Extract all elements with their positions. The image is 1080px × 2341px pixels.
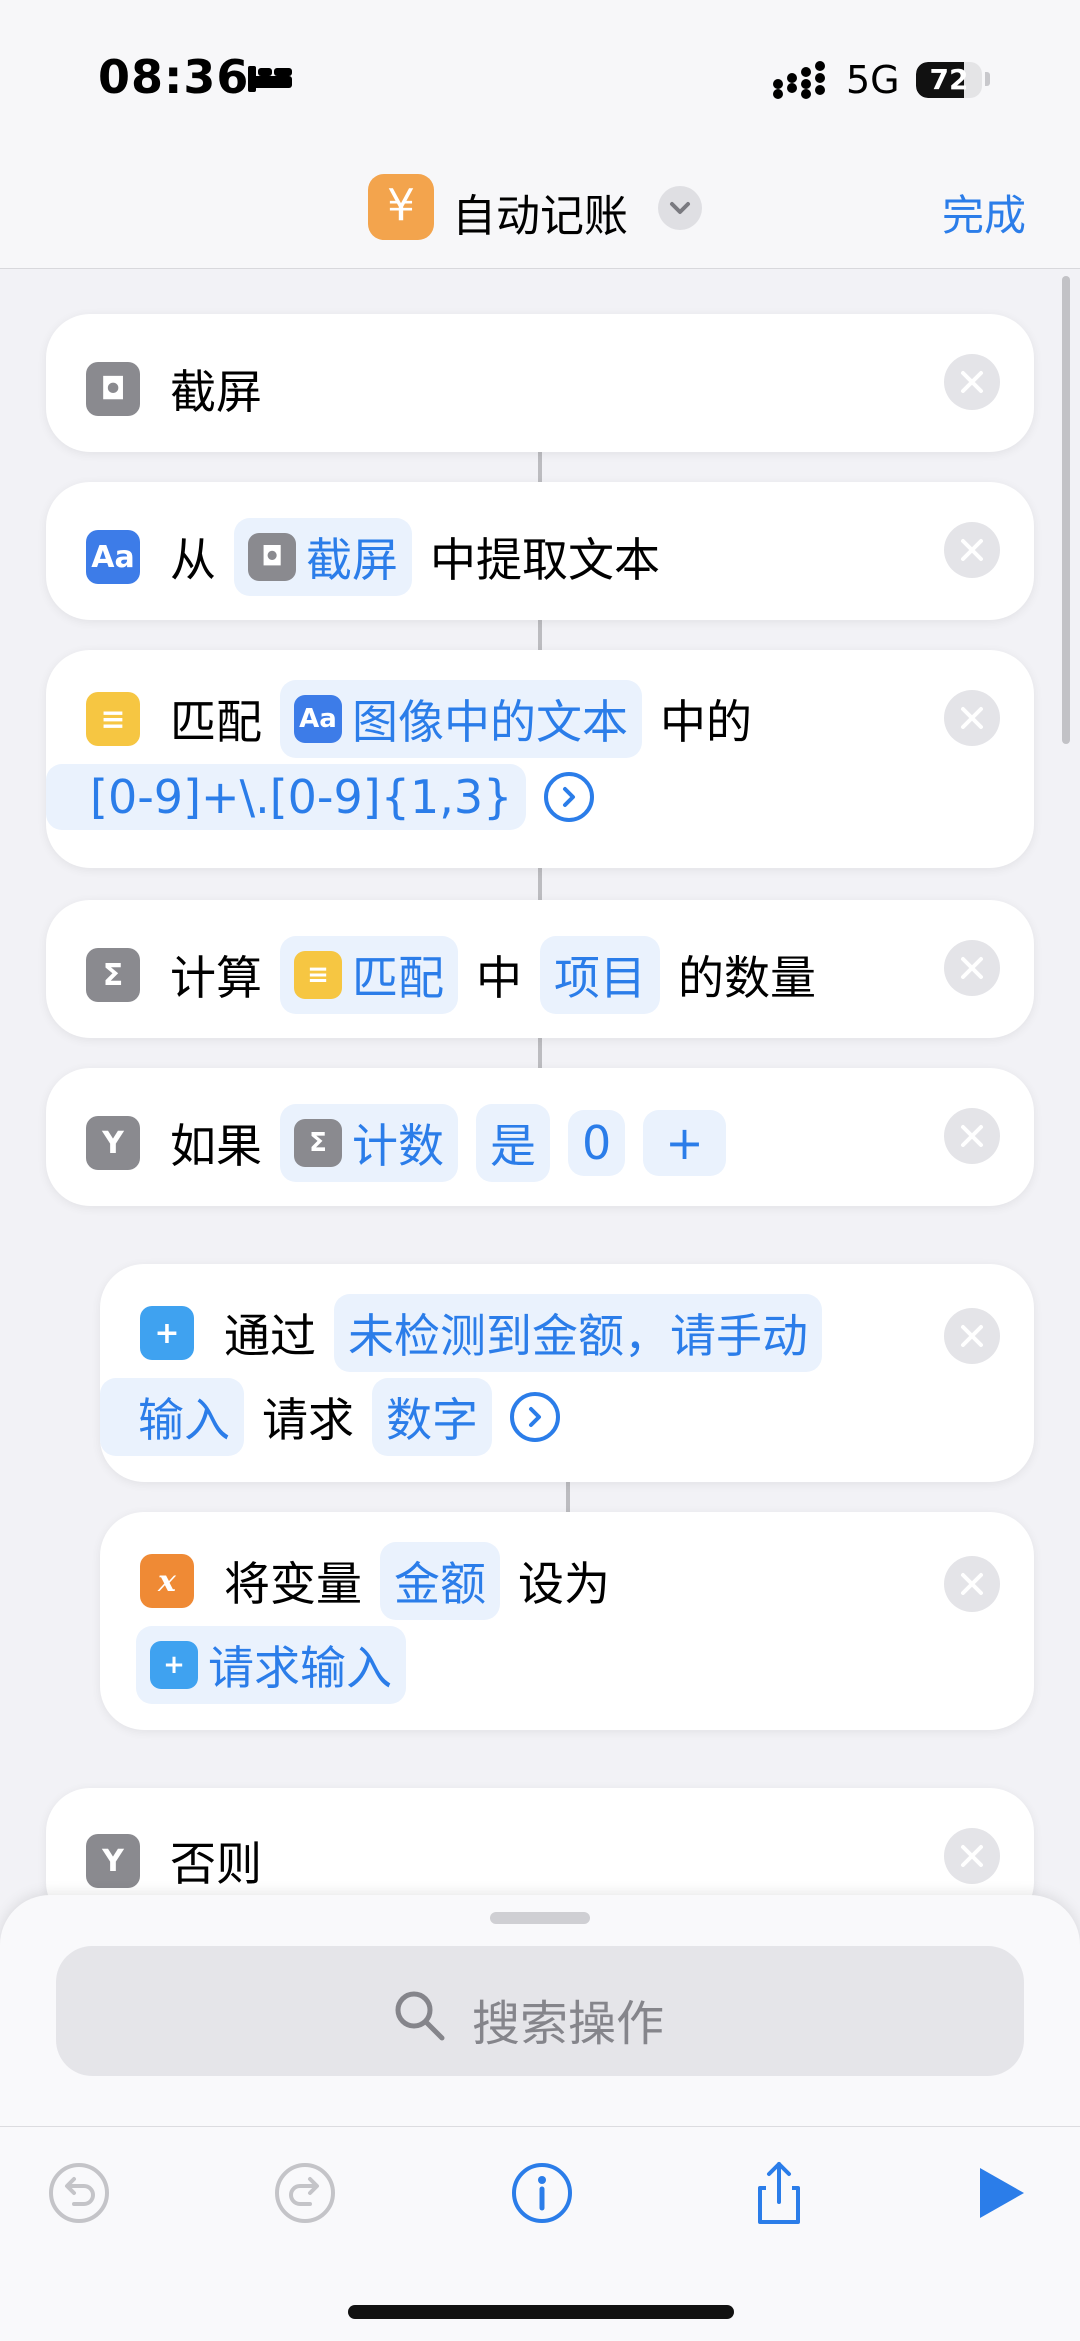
toolbar-divider xyxy=(0,2126,1080,2127)
undo-icon[interactable] xyxy=(44,2158,114,2228)
action-label: 否则 xyxy=(170,1837,262,1891)
close-icon[interactable] xyxy=(944,522,1000,578)
close-icon[interactable] xyxy=(944,1828,1000,1884)
sigma-icon: Σ xyxy=(294,1119,342,1167)
search-placeholder: 搜索操作 xyxy=(472,1996,665,2052)
action-set-variable[interactable]: x 将变量 金额 设为 + 请求输入 xyxy=(100,1512,1034,1730)
action-label: 匹配 xyxy=(170,695,262,749)
pattern-field[interactable]: [0-9]+\.[0-9]{1,3} xyxy=(46,764,527,830)
parameter-token-items[interactable]: 项目 xyxy=(540,936,660,1014)
text-icon: ≡ xyxy=(86,692,140,746)
flow-connector xyxy=(566,1478,570,1514)
variable-token-ask-input[interactable]: + 请求输入 xyxy=(136,1626,406,1704)
battery-percent: 72 xyxy=(929,63,969,96)
close-icon[interactable] xyxy=(944,690,1000,746)
action-count[interactable]: Σ 计算 ≡ 匹配 中 项目 的数量 xyxy=(46,900,1034,1038)
token-label: 截屏 xyxy=(306,533,398,587)
action-match-text[interactable]: ≡ 匹配 Aa 图像中的文本 中的 [0-9]+\.[0-9]{1,3} xyxy=(46,650,1034,868)
close-icon[interactable] xyxy=(944,940,1000,996)
search-icon xyxy=(395,1991,445,2041)
redo-icon[interactable] xyxy=(270,2158,340,2228)
token-label: 计数 xyxy=(352,1119,444,1173)
variable-token-match[interactable]: ≡ 匹配 xyxy=(280,936,458,1014)
chevron-right-circle-icon[interactable] xyxy=(510,1392,560,1442)
sleep-mode-icon xyxy=(248,66,292,92)
action-text: 中 xyxy=(476,951,522,1005)
text-recognition-icon: Aa xyxy=(86,530,140,584)
prompt-token[interactable]: 未检测到金额，请手动 xyxy=(334,1294,822,1372)
sheet-grabber[interactable] xyxy=(490,1912,590,1924)
action-label: 计算 xyxy=(170,951,262,1005)
token-label: 图像中的文本 xyxy=(352,695,628,749)
signal-icon xyxy=(773,61,825,99)
action-screenshot[interactable]: ◘ 截屏 xyxy=(46,314,1034,452)
action-text: 中提取文本 xyxy=(430,533,660,587)
chevron-right-circle-icon[interactable] xyxy=(544,772,595,822)
shortcut-icon[interactable]: ¥ xyxy=(368,174,434,240)
variable-icon: x xyxy=(140,1554,194,1608)
action-text: 设为 xyxy=(518,1557,610,1611)
screenshot-icon: ◘ xyxy=(248,533,296,581)
variable-token-image-text[interactable]: Aa 图像中的文本 xyxy=(280,680,642,758)
token-label: 请求输入 xyxy=(208,1641,392,1695)
action-ask-for-input[interactable]: + 通过 未检测到金额，请手动 输入 请求 数字 xyxy=(100,1264,1034,1482)
sigma-icon: Σ xyxy=(86,948,140,1002)
variable-token-count[interactable]: Σ 计数 xyxy=(280,1104,458,1182)
action-text: 中的 xyxy=(660,695,752,749)
share-icon[interactable] xyxy=(744,2158,814,2228)
input-type-token[interactable]: 数字 xyxy=(372,1378,492,1456)
token-label: 匹配 xyxy=(352,951,444,1005)
action-text: 请求 xyxy=(262,1393,354,1447)
info-icon[interactable] xyxy=(507,2158,577,2228)
close-icon[interactable] xyxy=(944,1556,1000,1612)
done-button[interactable]: 完成 xyxy=(942,182,1026,243)
home-indicator xyxy=(348,2305,734,2319)
play-icon[interactable] xyxy=(966,2158,1036,2228)
variable-token-screenshot[interactable]: ◘ 截屏 xyxy=(234,518,412,596)
battery-tip xyxy=(985,72,990,86)
text-icon: ≡ xyxy=(294,951,342,999)
network-type: 5G xyxy=(846,58,900,102)
branch-icon: Y xyxy=(86,1834,140,1888)
message-plus-icon: + xyxy=(140,1306,194,1360)
variable-name-token[interactable]: 金额 xyxy=(380,1542,500,1620)
action-label: 从 xyxy=(170,533,216,587)
action-if[interactable]: Y 如果 Σ 计数 是 0 + xyxy=(46,1068,1034,1206)
shortcut-title[interactable]: 自动记账 xyxy=(452,180,628,244)
chevron-down-icon[interactable] xyxy=(658,186,702,230)
scrollbar[interactable] xyxy=(1062,276,1070,744)
screenshot-icon: ◘ xyxy=(86,362,140,416)
text-recognition-icon: Aa xyxy=(294,695,342,743)
condition-operator[interactable]: 是 xyxy=(476,1104,550,1182)
action-label: 截屏 xyxy=(170,365,262,419)
message-plus-icon: + xyxy=(150,1641,198,1689)
status-time: 08:36 xyxy=(98,50,250,104)
action-label: 将变量 xyxy=(224,1557,362,1611)
action-text: 的数量 xyxy=(678,951,816,1005)
prompt-token-continued[interactable]: 输入 xyxy=(100,1378,244,1456)
close-icon[interactable] xyxy=(944,1308,1000,1364)
close-icon[interactable] xyxy=(944,1108,1000,1164)
action-extract-text[interactable]: Aa 从 ◘ 截屏 中提取文本 xyxy=(46,482,1034,620)
condition-value[interactable]: 0 xyxy=(568,1110,626,1176)
add-condition-button[interactable]: + xyxy=(643,1110,726,1176)
close-icon[interactable] xyxy=(944,354,1000,410)
action-label: 如果 xyxy=(170,1119,262,1173)
action-label: 通过 xyxy=(224,1309,316,1363)
battery-icon: 72 xyxy=(916,62,982,98)
branch-icon: Y xyxy=(86,1116,140,1170)
